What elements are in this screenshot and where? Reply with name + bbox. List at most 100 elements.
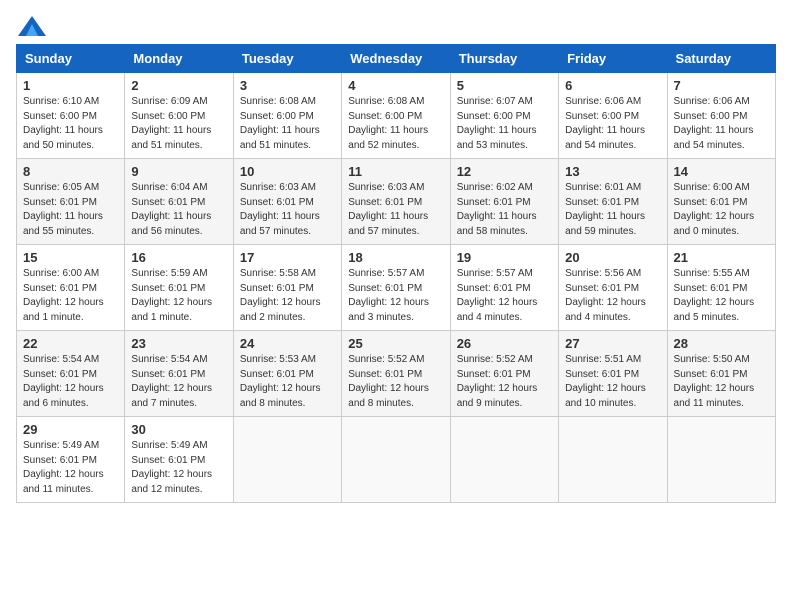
day-number: 21 — [674, 250, 769, 265]
daylight: Daylight: 12 hours and 11 minutes. — [23, 469, 104, 495]
daylight: Daylight: 11 hours and 51 minutes. — [240, 125, 320, 151]
day-info: Sunrise: 5:56 AM Sunset: 6:01 PM Dayligh… — [565, 267, 660, 325]
calendar-week-row: 8 Sunrise: 6:05 AM Sunset: 6:01 PM Dayli… — [17, 159, 776, 245]
day-number: 17 — [240, 250, 335, 265]
calendar-cell: 28 Sunrise: 5:50 AM Sunset: 6:01 PM Dayl… — [667, 331, 775, 417]
sunset: Sunset: 6:00 PM — [240, 111, 314, 122]
calendar-cell: 8 Sunrise: 6:05 AM Sunset: 6:01 PM Dayli… — [17, 159, 125, 245]
daylight: Daylight: 11 hours and 55 minutes. — [23, 211, 103, 237]
day-info: Sunrise: 5:55 AM Sunset: 6:01 PM Dayligh… — [674, 267, 769, 325]
calendar-cell: 19 Sunrise: 5:57 AM Sunset: 6:01 PM Dayl… — [450, 245, 558, 331]
day-number: 3 — [240, 78, 335, 93]
daylight: Daylight: 11 hours and 51 minutes. — [131, 125, 211, 151]
daylight: Daylight: 12 hours and 3 minutes. — [348, 297, 429, 323]
day-of-week-header: Sunday — [17, 45, 125, 73]
day-number: 13 — [565, 164, 660, 179]
calendar-cell — [667, 417, 775, 503]
sunset: Sunset: 6:01 PM — [348, 197, 422, 208]
calendar-week-row: 15 Sunrise: 6:00 AM Sunset: 6:01 PM Dayl… — [17, 245, 776, 331]
sunrise: Sunrise: 5:49 AM — [131, 440, 207, 451]
calendar-cell: 2 Sunrise: 6:09 AM Sunset: 6:00 PM Dayli… — [125, 73, 233, 159]
sunrise: Sunrise: 5:49 AM — [23, 440, 99, 451]
day-number: 18 — [348, 250, 443, 265]
day-info: Sunrise: 5:58 AM Sunset: 6:01 PM Dayligh… — [240, 267, 335, 325]
sunset: Sunset: 6:01 PM — [457, 283, 531, 294]
day-info: Sunrise: 5:49 AM Sunset: 6:01 PM Dayligh… — [131, 439, 226, 497]
sunrise: Sunrise: 6:08 AM — [240, 96, 316, 107]
sunset: Sunset: 6:01 PM — [240, 197, 314, 208]
sunset: Sunset: 6:01 PM — [23, 455, 97, 466]
sunset: Sunset: 6:01 PM — [565, 283, 639, 294]
sunset: Sunset: 6:00 PM — [131, 111, 205, 122]
sunset: Sunset: 6:01 PM — [240, 283, 314, 294]
daylight: Daylight: 11 hours and 57 minutes. — [348, 211, 428, 237]
calendar-cell: 26 Sunrise: 5:52 AM Sunset: 6:01 PM Dayl… — [450, 331, 558, 417]
sunrise: Sunrise: 5:52 AM — [457, 354, 533, 365]
sunset: Sunset: 6:01 PM — [23, 283, 97, 294]
sunrise: Sunrise: 6:10 AM — [23, 96, 99, 107]
day-info: Sunrise: 5:50 AM Sunset: 6:01 PM Dayligh… — [674, 353, 769, 411]
day-number: 28 — [674, 336, 769, 351]
day-number: 27 — [565, 336, 660, 351]
day-of-week-header: Wednesday — [342, 45, 450, 73]
calendar-cell: 30 Sunrise: 5:49 AM Sunset: 6:01 PM Dayl… — [125, 417, 233, 503]
sunrise: Sunrise: 6:06 AM — [565, 96, 641, 107]
day-number: 8 — [23, 164, 118, 179]
daylight: Daylight: 12 hours and 1 minute. — [23, 297, 104, 323]
sunset: Sunset: 6:01 PM — [240, 369, 314, 380]
day-number: 25 — [348, 336, 443, 351]
sunrise: Sunrise: 5:57 AM — [348, 268, 424, 279]
day-info: Sunrise: 6:02 AM Sunset: 6:01 PM Dayligh… — [457, 181, 552, 239]
day-number: 11 — [348, 164, 443, 179]
day-of-week-header: Monday — [125, 45, 233, 73]
day-number: 16 — [131, 250, 226, 265]
day-of-week-header: Friday — [559, 45, 667, 73]
sunset: Sunset: 6:00 PM — [565, 111, 639, 122]
calendar-cell — [559, 417, 667, 503]
daylight: Daylight: 12 hours and 9 minutes. — [457, 383, 538, 409]
day-info: Sunrise: 5:57 AM Sunset: 6:01 PM Dayligh… — [457, 267, 552, 325]
day-number: 15 — [23, 250, 118, 265]
calendar-cell: 10 Sunrise: 6:03 AM Sunset: 6:01 PM Dayl… — [233, 159, 341, 245]
day-number: 10 — [240, 164, 335, 179]
daylight: Daylight: 12 hours and 4 minutes. — [457, 297, 538, 323]
day-number: 9 — [131, 164, 226, 179]
day-number: 1 — [23, 78, 118, 93]
sunset: Sunset: 6:01 PM — [674, 369, 748, 380]
daylight: Daylight: 11 hours and 58 minutes. — [457, 211, 537, 237]
calendar-cell: 13 Sunrise: 6:01 AM Sunset: 6:01 PM Dayl… — [559, 159, 667, 245]
sunrise: Sunrise: 5:59 AM — [131, 268, 207, 279]
day-of-week-header: Saturday — [667, 45, 775, 73]
daylight: Daylight: 12 hours and 6 minutes. — [23, 383, 104, 409]
sunrise: Sunrise: 5:51 AM — [565, 354, 641, 365]
day-info: Sunrise: 6:07 AM Sunset: 6:00 PM Dayligh… — [457, 95, 552, 153]
calendar-cell: 29 Sunrise: 5:49 AM Sunset: 6:01 PM Dayl… — [17, 417, 125, 503]
day-info: Sunrise: 5:53 AM Sunset: 6:01 PM Dayligh… — [240, 353, 335, 411]
day-number: 22 — [23, 336, 118, 351]
day-number: 2 — [131, 78, 226, 93]
day-info: Sunrise: 5:54 AM Sunset: 6:01 PM Dayligh… — [131, 353, 226, 411]
calendar-cell: 14 Sunrise: 6:00 AM Sunset: 6:01 PM Dayl… — [667, 159, 775, 245]
daylight: Daylight: 12 hours and 2 minutes. — [240, 297, 321, 323]
calendar-cell: 23 Sunrise: 5:54 AM Sunset: 6:01 PM Dayl… — [125, 331, 233, 417]
logo-icon — [18, 16, 46, 36]
sunset: Sunset: 6:01 PM — [457, 369, 531, 380]
day-number: 20 — [565, 250, 660, 265]
sunrise: Sunrise: 5:56 AM — [565, 268, 641, 279]
sunset: Sunset: 6:01 PM — [131, 455, 205, 466]
day-info: Sunrise: 6:00 AM Sunset: 6:01 PM Dayligh… — [23, 267, 118, 325]
daylight: Daylight: 11 hours and 52 minutes. — [348, 125, 428, 151]
day-number: 12 — [457, 164, 552, 179]
calendar-cell: 16 Sunrise: 5:59 AM Sunset: 6:01 PM Dayl… — [125, 245, 233, 331]
calendar-cell: 9 Sunrise: 6:04 AM Sunset: 6:01 PM Dayli… — [125, 159, 233, 245]
daylight: Daylight: 11 hours and 54 minutes. — [674, 125, 754, 151]
day-info: Sunrise: 5:52 AM Sunset: 6:01 PM Dayligh… — [348, 353, 443, 411]
sunrise: Sunrise: 5:58 AM — [240, 268, 316, 279]
day-of-week-header: Tuesday — [233, 45, 341, 73]
calendar-week-row: 29 Sunrise: 5:49 AM Sunset: 6:01 PM Dayl… — [17, 417, 776, 503]
sunset: Sunset: 6:01 PM — [565, 197, 639, 208]
sunset: Sunset: 6:01 PM — [23, 197, 97, 208]
calendar-cell — [342, 417, 450, 503]
daylight: Daylight: 12 hours and 1 minute. — [131, 297, 212, 323]
day-info: Sunrise: 6:09 AM Sunset: 6:00 PM Dayligh… — [131, 95, 226, 153]
